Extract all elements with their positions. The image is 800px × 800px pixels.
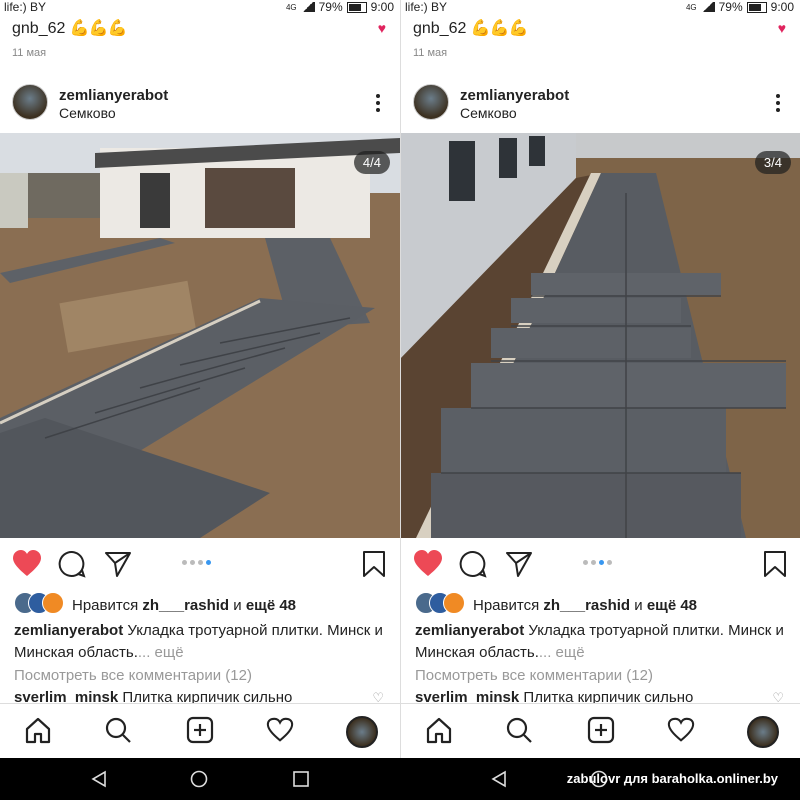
- post-caption: zemlianyerabot Укладка тротуарной плитки…: [415, 620, 786, 664]
- battery-icon: [746, 1, 767, 13]
- home-icon[interactable]: [425, 716, 453, 744]
- share-icon[interactable]: [104, 550, 132, 578]
- battery-icon: [346, 1, 367, 13]
- activity-heart-icon[interactable]: [667, 716, 695, 744]
- heart-icon[interactable]: ♥: [378, 20, 386, 36]
- battery-label: 79%: [718, 0, 743, 14]
- profile-avatar-tab[interactable]: [747, 716, 779, 748]
- post-actions: [0, 548, 400, 580]
- post-username[interactable]: zemlianyerabot: [59, 87, 168, 104]
- post-header: zemlianyerabot Семково: [0, 84, 400, 124]
- back-icon[interactable]: [490, 770, 508, 788]
- carousel-dots: [583, 560, 612, 565]
- comment-icon[interactable]: [58, 550, 86, 578]
- search-icon[interactable]: [104, 716, 132, 744]
- carousel-counter: 4/4: [353, 151, 390, 174]
- watermark-text: zabulovr для baraholka.onliner.by: [566, 771, 778, 786]
- status-bar: life:) BY 4G 79% 9:00: [0, 0, 400, 16]
- home-icon[interactable]: [24, 716, 52, 744]
- back-icon[interactable]: [90, 770, 108, 788]
- post-caption: zemlianyerabot Укладка тротуарной плитки…: [14, 620, 386, 664]
- like-heart-icon[interactable]: [413, 550, 443, 578]
- heart-icon[interactable]: ♥: [778, 20, 786, 36]
- instagram-screen-right: life:) BY 4G 79% 9:00 gnb_62 💪💪💪 11 мая …: [400, 0, 800, 758]
- carrier-label: life:) BY: [405, 0, 448, 14]
- profile-avatar-tab[interactable]: [346, 716, 378, 748]
- time-label: 9:00: [370, 0, 394, 14]
- caption-username[interactable]: zemlianyerabot: [14, 622, 123, 639]
- previous-post-username[interactable]: gnb_62 💪💪💪: [12, 18, 128, 38]
- comment-icon[interactable]: [459, 550, 487, 578]
- post-photo[interactable]: 3/4: [401, 133, 800, 538]
- previous-post-date: 11 мая: [413, 47, 448, 59]
- view-comments-link[interactable]: Посмотреть все комментарии (12): [415, 667, 653, 684]
- search-icon[interactable]: [505, 716, 533, 744]
- carousel-counter: 3/4: [754, 151, 791, 174]
- carousel-dots: [182, 560, 211, 565]
- muscle-emoji: 💪💪💪: [69, 20, 128, 37]
- bottom-nav: [401, 703, 800, 758]
- avatar[interactable]: [12, 84, 48, 120]
- more-options-icon[interactable]: [376, 94, 380, 115]
- avatar[interactable]: [413, 84, 449, 120]
- liker-avatar: [443, 592, 465, 614]
- save-bookmark-icon[interactable]: [362, 550, 386, 578]
- likes-line[interactable]: Нравится zh___rashid и ещё 48: [415, 592, 697, 618]
- system-nav-bar: zabulovr для baraholka.onliner.by: [0, 758, 800, 800]
- post-actions: [401, 548, 800, 580]
- caption-more-link[interactable]: ... ещё: [539, 644, 585, 661]
- view-comments-link[interactable]: Посмотреть все комментарии (12): [14, 667, 252, 684]
- signal-icon: [300, 2, 315, 12]
- liker-avatar: [42, 592, 64, 614]
- like-heart-icon[interactable]: [12, 550, 42, 578]
- carrier-label: life:) BY: [4, 0, 47, 14]
- previous-post-username[interactable]: gnb_62 💪💪💪: [413, 18, 529, 38]
- post-username[interactable]: zemlianyerabot: [460, 87, 569, 104]
- muscle-emoji: 💪💪💪: [470, 20, 529, 37]
- previous-post-date: 11 мая: [12, 47, 47, 59]
- post-header: zemlianyerabot Семково: [401, 84, 800, 124]
- more-options-icon[interactable]: [776, 94, 780, 115]
- caption-more-link[interactable]: ... ещё: [138, 644, 184, 661]
- instagram-screen-left: life:) BY 4G 79% 9:00 gnb_62 💪💪💪 11 мая …: [0, 0, 400, 758]
- likes-line[interactable]: Нравится zh___rashid и ещё 48: [14, 592, 296, 618]
- signal-label: 4G: [285, 2, 297, 12]
- share-icon[interactable]: [505, 550, 533, 578]
- battery-label: 79%: [318, 0, 343, 14]
- signal-label: 4G: [685, 2, 697, 12]
- post-photo[interactable]: 4/4: [0, 133, 400, 538]
- bottom-nav: [0, 703, 400, 758]
- activity-heart-icon[interactable]: [266, 716, 294, 744]
- post-location[interactable]: Семково: [460, 105, 517, 121]
- status-bar: life:) BY 4G 79% 9:00: [401, 0, 800, 16]
- save-bookmark-icon[interactable]: [763, 550, 787, 578]
- time-label: 9:00: [770, 0, 794, 14]
- caption-username[interactable]: zemlianyerabot: [415, 622, 524, 639]
- recents-icon[interactable]: [292, 770, 310, 788]
- new-post-icon[interactable]: [587, 716, 615, 744]
- post-location[interactable]: Семково: [59, 105, 116, 121]
- new-post-icon[interactable]: [186, 716, 214, 744]
- signal-icon: [700, 2, 715, 12]
- home-circle-icon[interactable]: [190, 770, 208, 788]
